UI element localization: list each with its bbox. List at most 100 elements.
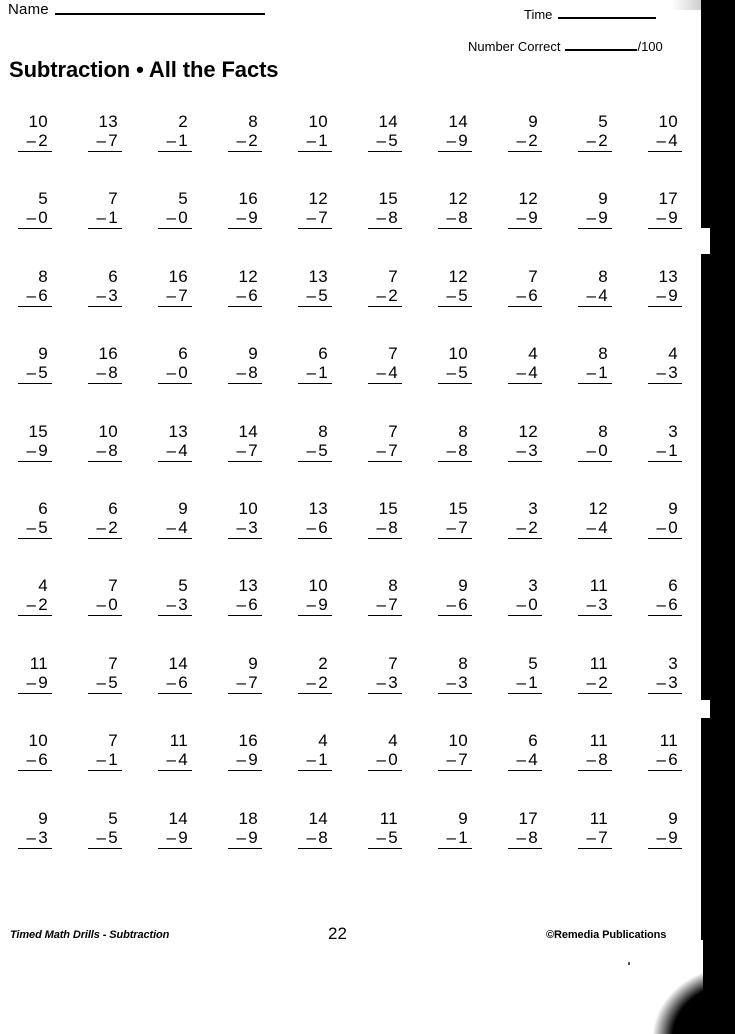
problem-79[interactable]: 11–2 bbox=[561, 654, 630, 731]
problem-49[interactable]: 8–0 bbox=[561, 422, 630, 499]
problem-63[interactable]: 5–3 bbox=[141, 576, 210, 653]
problem-88[interactable]: 6–4 bbox=[491, 731, 560, 808]
problem-45[interactable]: 8–5 bbox=[281, 422, 350, 499]
problem-19[interactable]: 9–9 bbox=[561, 189, 630, 266]
problem-3[interactable]: 2–1 bbox=[141, 112, 210, 189]
problem-93[interactable]: 14–9 bbox=[141, 809, 210, 886]
problem-59[interactable]: 12–4 bbox=[561, 499, 630, 576]
problem-17[interactable]: 12–8 bbox=[421, 189, 490, 266]
problem-25[interactable]: 13–5 bbox=[281, 267, 350, 344]
problem-73[interactable]: 14–6 bbox=[141, 654, 210, 731]
problem-92[interactable]: 5–5 bbox=[71, 809, 140, 886]
problem-87[interactable]: 10–7 bbox=[421, 731, 490, 808]
problem-57[interactable]: 15–7 bbox=[421, 499, 490, 576]
problem-28[interactable]: 7–6 bbox=[491, 267, 560, 344]
problem-40[interactable]: 4–3 bbox=[631, 344, 700, 421]
problem-44[interactable]: 14–7 bbox=[211, 422, 280, 499]
problem-34[interactable]: 9–8 bbox=[211, 344, 280, 421]
problem-86[interactable]: 4–0 bbox=[351, 731, 420, 808]
problem-10[interactable]: 10–4 bbox=[631, 112, 700, 189]
problem-91[interactable]: 9–3 bbox=[1, 809, 70, 886]
problem-8[interactable]: 9–2 bbox=[491, 112, 560, 189]
problem-81[interactable]: 10–6 bbox=[1, 731, 70, 808]
problem-14[interactable]: 16–9 bbox=[211, 189, 280, 266]
problem-74[interactable]: 9–7 bbox=[211, 654, 280, 731]
problem-60[interactable]: 9–0 bbox=[631, 499, 700, 576]
problem-77[interactable]: 8–3 bbox=[421, 654, 490, 731]
problem-23[interactable]: 16–7 bbox=[141, 267, 210, 344]
problem-78[interactable]: 5–1 bbox=[491, 654, 560, 731]
problem-99[interactable]: 11–7 bbox=[561, 809, 630, 886]
problem-33[interactable]: 6–0 bbox=[141, 344, 210, 421]
problem-39[interactable]: 8–1 bbox=[561, 344, 630, 421]
problem-65[interactable]: 10–9 bbox=[281, 576, 350, 653]
problem-13[interactable]: 5–0 bbox=[141, 189, 210, 266]
problem-48[interactable]: 12–3 bbox=[491, 422, 560, 499]
problem-29[interactable]: 8–4 bbox=[561, 267, 630, 344]
problem-31[interactable]: 9–5 bbox=[1, 344, 70, 421]
problem-55[interactable]: 13–6 bbox=[281, 499, 350, 576]
problem-56[interactable]: 15–8 bbox=[351, 499, 420, 576]
problem-80[interactable]: 3–3 bbox=[631, 654, 700, 731]
problem-18[interactable]: 12–9 bbox=[491, 189, 560, 266]
problem-11[interactable]: 5–0 bbox=[1, 189, 70, 266]
problem-38[interactable]: 4–4 bbox=[491, 344, 560, 421]
problem-5[interactable]: 10–1 bbox=[281, 112, 350, 189]
problem-85[interactable]: 4–1 bbox=[281, 731, 350, 808]
problem-7[interactable]: 14–9 bbox=[421, 112, 490, 189]
problem-32[interactable]: 16–8 bbox=[71, 344, 140, 421]
problem-62[interactable]: 7–0 bbox=[71, 576, 140, 653]
problem-12[interactable]: 7–1 bbox=[71, 189, 140, 266]
problem-67[interactable]: 9–6 bbox=[421, 576, 490, 653]
problem-66[interactable]: 8–7 bbox=[351, 576, 420, 653]
name-write-in-line[interactable] bbox=[54, 13, 265, 15]
problem-26[interactable]: 7–2 bbox=[351, 267, 420, 344]
problem-64[interactable]: 13–6 bbox=[211, 576, 280, 653]
problem-21[interactable]: 8–6 bbox=[1, 267, 70, 344]
problem-58[interactable]: 3–2 bbox=[491, 499, 560, 576]
problem-47[interactable]: 8–8 bbox=[421, 422, 490, 499]
problem-2[interactable]: 13–7 bbox=[71, 112, 140, 189]
problem-95[interactable]: 14–8 bbox=[281, 809, 350, 886]
problem-83[interactable]: 11–4 bbox=[141, 731, 210, 808]
problem-89[interactable]: 11–8 bbox=[561, 731, 630, 808]
problem-98[interactable]: 17–8 bbox=[491, 809, 560, 886]
problem-82[interactable]: 7–1 bbox=[71, 731, 140, 808]
problem-90[interactable]: 11–6 bbox=[631, 731, 700, 808]
problem-68[interactable]: 3–0 bbox=[491, 576, 560, 653]
problem-36[interactable]: 7–4 bbox=[351, 344, 420, 421]
problem-37[interactable]: 10–5 bbox=[421, 344, 490, 421]
problem-84[interactable]: 16–9 bbox=[211, 731, 280, 808]
problem-35[interactable]: 6–1 bbox=[281, 344, 350, 421]
problem-24[interactable]: 12–6 bbox=[211, 267, 280, 344]
problem-94[interactable]: 18–9 bbox=[211, 809, 280, 886]
problem-96[interactable]: 11–5 bbox=[351, 809, 420, 886]
problem-22[interactable]: 6–3 bbox=[71, 267, 140, 344]
problem-71[interactable]: 11–9 bbox=[1, 654, 70, 731]
problem-15[interactable]: 12–7 bbox=[281, 189, 350, 266]
problem-70[interactable]: 6–6 bbox=[631, 576, 700, 653]
problem-54[interactable]: 10–3 bbox=[211, 499, 280, 576]
problem-27[interactable]: 12–5 bbox=[421, 267, 490, 344]
problem-4[interactable]: 8–2 bbox=[211, 112, 280, 189]
problem-76[interactable]: 7–3 bbox=[351, 654, 420, 731]
problem-53[interactable]: 9–4 bbox=[141, 499, 210, 576]
time-write-in-line[interactable] bbox=[558, 17, 657, 19]
problem-1[interactable]: 10–2 bbox=[1, 112, 70, 189]
number-correct-write-in-line[interactable] bbox=[565, 49, 638, 51]
problem-69[interactable]: 11–3 bbox=[561, 576, 630, 653]
problem-61[interactable]: 4–2 bbox=[1, 576, 70, 653]
problem-52[interactable]: 6–2 bbox=[71, 499, 140, 576]
problem-46[interactable]: 7–7 bbox=[351, 422, 420, 499]
problem-75[interactable]: 2–2 bbox=[281, 654, 350, 731]
problem-9[interactable]: 5–2 bbox=[561, 112, 630, 189]
problem-16[interactable]: 15–8 bbox=[351, 189, 420, 266]
problem-97[interactable]: 9–1 bbox=[421, 809, 490, 886]
problem-50[interactable]: 3–1 bbox=[631, 422, 700, 499]
problem-30[interactable]: 13–9 bbox=[631, 267, 700, 344]
problem-72[interactable]: 7–5 bbox=[71, 654, 140, 731]
problem-41[interactable]: 15–9 bbox=[1, 422, 70, 499]
problem-20[interactable]: 17–9 bbox=[631, 189, 700, 266]
problem-51[interactable]: 6–5 bbox=[1, 499, 70, 576]
problem-42[interactable]: 10–8 bbox=[71, 422, 140, 499]
